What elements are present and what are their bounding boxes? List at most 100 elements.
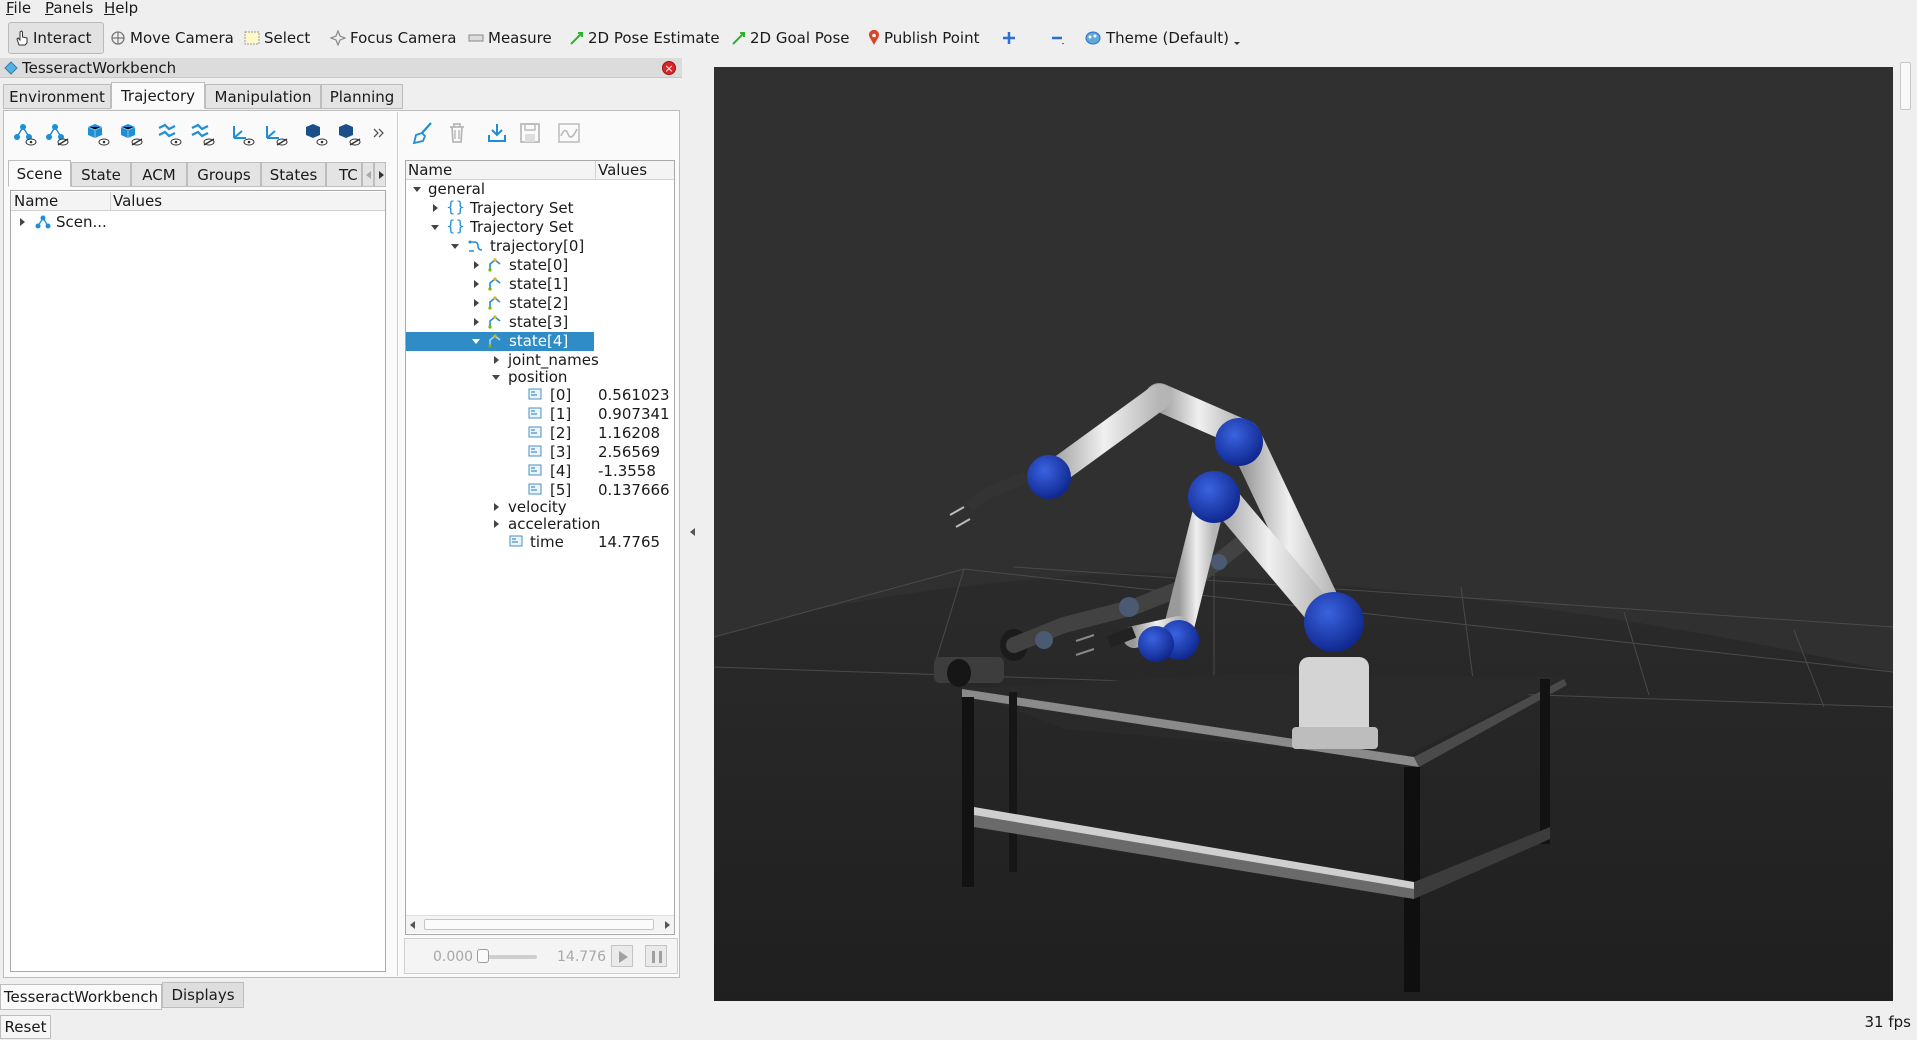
- tree-row-acceleration[interactable]: acceleration: [406, 515, 656, 534]
- tree-row-position[interactable]: position: [406, 368, 656, 387]
- player-end-time: 14.776: [557, 949, 606, 965]
- value-icon: [528, 388, 542, 400]
- tab-scene[interactable]: Scene: [8, 160, 71, 187]
- show-links-icon[interactable]: [12, 122, 38, 146]
- position-index: [5]: [550, 481, 572, 499]
- measure-button[interactable]: Measure: [462, 22, 558, 54]
- pose-estimate-button[interactable]: 2D Pose Estimate: [564, 22, 726, 54]
- show-visual-icon[interactable]: [85, 122, 111, 146]
- panel-title: TesseractWorkbench: [22, 59, 177, 77]
- show-axes-icon[interactable]: [230, 122, 256, 146]
- state-label: state[2]: [509, 294, 569, 312]
- state-icon: [488, 315, 501, 329]
- position-value: 0.907341: [598, 405, 670, 423]
- position-value-row[interactable]: [2] 1.16208: [406, 424, 660, 443]
- plot-icon[interactable]: [557, 121, 581, 145]
- play-button[interactable]: [611, 945, 633, 967]
- pause-button[interactable]: [645, 945, 667, 967]
- position-value-row[interactable]: [4] -1.3558: [406, 462, 656, 481]
- move-camera-button[interactable]: Move Camera: [104, 22, 240, 54]
- tree-row-time[interactable]: time 14.7765: [406, 533, 660, 552]
- save-icon[interactable]: [518, 121, 542, 145]
- state-label: state[0]: [509, 256, 569, 274]
- move-camera-label: Move Camera: [130, 29, 234, 47]
- play-icon: [619, 951, 628, 963]
- position-value: 0.137666: [598, 481, 670, 499]
- value-icon: [509, 535, 523, 547]
- player-slider-thumb[interactable]: [477, 949, 489, 963]
- position-index: [0]: [550, 386, 572, 404]
- header-values: Values: [598, 161, 648, 179]
- menu-file[interactable]: File: [6, 0, 31, 17]
- player-start-time: 0.000: [433, 949, 474, 965]
- tab-planning[interactable]: Planning: [321, 84, 403, 109]
- position-value-row[interactable]: [3] 2.56569: [406, 443, 660, 462]
- tab-groups[interactable]: Groups: [187, 162, 261, 187]
- tab-state[interactable]: State: [71, 162, 131, 187]
- focus-camera-label: Focus Camera: [350, 29, 457, 47]
- tab-manipulation[interactable]: Manipulation: [205, 84, 321, 109]
- position-index: [2]: [550, 424, 572, 442]
- hide-all-icon[interactable]: [336, 122, 362, 146]
- scene-root-row[interactable]: Scen...: [11, 213, 385, 232]
- pause-icon: [652, 951, 662, 963]
- plus-icon: [1003, 32, 1015, 44]
- select-tool-button[interactable]: Select: [238, 22, 316, 54]
- theme-button[interactable]: Theme (Default): [1078, 22, 1247, 54]
- splitter[interactable]: [397, 112, 398, 976]
- tree-row-state[interactable]: state[0]: [406, 256, 656, 275]
- trash-icon[interactable]: [445, 121, 469, 145]
- hide-visual-icon[interactable]: [118, 122, 144, 146]
- overflow-chevron-icon[interactable]: [372, 126, 386, 140]
- goal-pose-label: 2D Goal Pose: [750, 29, 850, 47]
- select-label: Select: [264, 29, 311, 47]
- menu-panels[interactable]: Panels: [45, 0, 93, 17]
- scene-tree[interactable]: Name Values Scen...: [10, 190, 386, 972]
- tree-row-general[interactable]: general: [406, 180, 656, 199]
- menu-bar: File Panels Help: [0, 0, 1917, 17]
- tab-tesseract-workbench[interactable]: TesseractWorkbench: [0, 984, 162, 1010]
- import-icon[interactable]: [485, 121, 509, 145]
- hide-collision-icon[interactable]: [190, 122, 216, 146]
- tree-row-trajectory[interactable]: trajectory[0]: [406, 237, 656, 256]
- position-value-row[interactable]: [0] 0.561023: [406, 386, 670, 405]
- velocity-label: velocity: [508, 498, 567, 516]
- state-label: state[1]: [509, 275, 569, 293]
- tab-acm[interactable]: ACM: [131, 162, 187, 187]
- goal-pose-button[interactable]: 2D Goal Pose: [726, 22, 856, 54]
- broom-clear-icon[interactable]: [411, 121, 435, 145]
- tree-row-state-selected[interactable]: state[4]: [406, 332, 594, 351]
- panel-close-button[interactable]: ×: [662, 61, 676, 75]
- publish-point-label: Publish Point: [884, 29, 980, 47]
- focus-camera-icon: [330, 30, 346, 46]
- tab-states[interactable]: States: [261, 162, 326, 187]
- menu-help[interactable]: Help: [104, 0, 138, 17]
- publish-point-button[interactable]: Publish Point: [862, 22, 985, 54]
- tab-trajectory[interactable]: Trajectory: [111, 82, 205, 109]
- add-tool-button[interactable]: [996, 22, 1022, 54]
- 3d-viewport[interactable]: [714, 67, 1893, 1001]
- tab-displays[interactable]: Displays: [162, 982, 244, 1008]
- tab-scroll-right[interactable]: [374, 162, 386, 187]
- tree-row-state[interactable]: state[2]: [406, 294, 656, 313]
- remove-tool-button[interactable]: [1044, 22, 1072, 54]
- position-value-row[interactable]: [1] 0.907341: [406, 405, 670, 424]
- trajectory-horizontal-scrollbar[interactable]: [406, 915, 674, 933]
- tab-environment[interactable]: Environment: [3, 84, 111, 109]
- tree-row-trajectory-set[interactable]: {} Trajectory Set: [406, 217, 656, 237]
- tree-row-trajectory-set[interactable]: {} Trajectory Set: [406, 198, 656, 218]
- hide-links-icon[interactable]: [44, 122, 70, 146]
- hide-axes-icon[interactable]: [263, 122, 289, 146]
- tab-scroll-left[interactable]: [362, 162, 374, 187]
- reset-button[interactable]: Reset: [0, 1015, 51, 1039]
- show-collision-icon[interactable]: [157, 122, 183, 146]
- ruler-icon: [468, 34, 484, 42]
- focus-camera-button[interactable]: Focus Camera: [324, 22, 462, 54]
- joint-names-label: joint_names: [508, 351, 599, 369]
- show-all-icon[interactable]: [303, 122, 329, 146]
- tree-row-state[interactable]: state[3]: [406, 313, 656, 332]
- tab-tc[interactable]: TC: [326, 162, 362, 187]
- fps-readout: 31 fps: [1864, 1013, 1911, 1031]
- interact-tool-button[interactable]: Interact: [8, 22, 104, 54]
- tree-row-state[interactable]: state[1]: [406, 275, 656, 294]
